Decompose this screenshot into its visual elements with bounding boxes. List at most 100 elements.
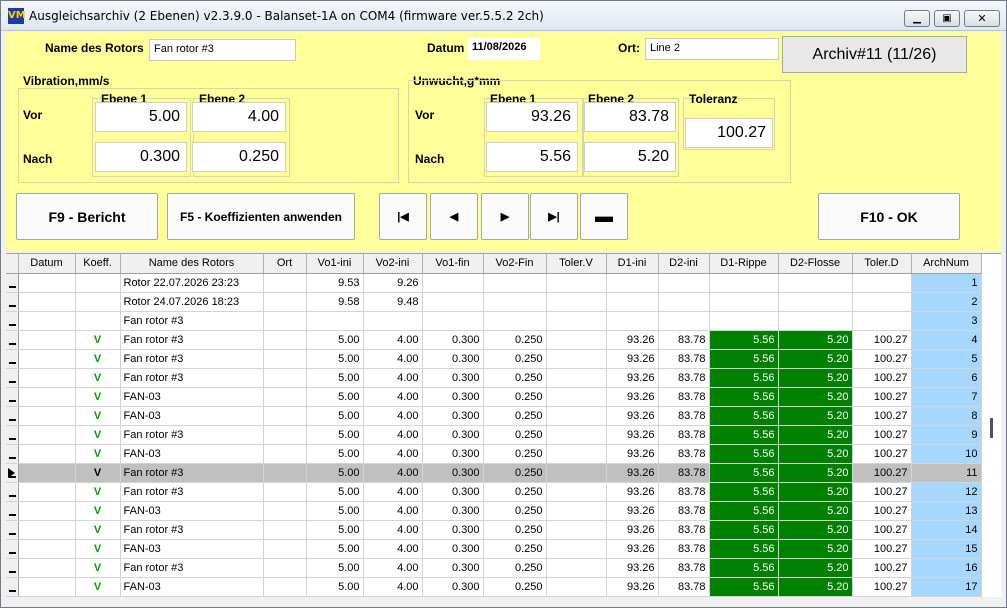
archive-number-button[interactable]: Archiv#11 (11/26) [782,36,967,73]
row-indicator[interactable] [6,368,19,388]
row-indicator[interactable] [6,444,19,464]
column-header[interactable]: Koeff. [75,254,121,274]
table-row[interactable]: V FAN-03 5.00 4.00 0.300 0.250 93.26 83.78 5.56 5… [6,387,982,407]
row-indicator[interactable] [6,463,19,483]
column-header[interactable]: Vo2-Fin [483,254,547,274]
table-cell: 4.00 [363,349,423,369]
date-field[interactable]: 11/08/2026 [468,38,540,60]
place-field[interactable]: Line 2 [645,38,779,60]
table-cell: 93.26 [606,444,659,464]
table-cell: 93.26 [606,482,659,502]
table-row[interactable]: V Fan rotor #3 5.00 4.00 0.300 0.250 93.26 83.7… [6,558,982,578]
table-row[interactable]: V FAN-03 5.00 4.00 0.300 0.250 93.26 83.78 5.56 5… [6,444,982,464]
table-row[interactable]: V Fan rotor #3 5.00 4.00 0.300 0.250 93.26 83.7… [6,330,982,350]
row-indicator[interactable] [6,558,19,578]
table-cell: FAN-03 [120,501,264,521]
table-row[interactable]: V Fan rotor #3 5.00 4.00 0.300 0.250 93.26 83.7… [6,425,982,445]
app-window: VM Ausgleichsarchiv (2 Ebenen) v2.3.9.0 … [0,0,1007,608]
row-indicator[interactable] [6,292,19,312]
column-header[interactable]: D1-Rippe [709,254,779,274]
table-row[interactable]: V Fan rotor #3 5.00 4.00 0.300 0.250 93.26 83.7… [6,368,982,388]
row-indicator[interactable] [6,425,19,445]
first-record-button[interactable]: |◀ [379,193,427,240]
table-cell [75,292,121,312]
row-indicator[interactable] [6,482,19,502]
rotor-name-field[interactable]: Fan rotor #3 [149,39,296,61]
prev-record-icon: ◀ [449,211,459,223]
column-header[interactable]: D2-ini [658,254,710,274]
row-indicator[interactable] [6,577,19,597]
column-header[interactable]: Name des Rotors [120,254,264,274]
table-cell [263,539,307,559]
table-cell [483,292,547,312]
table-cell [263,444,307,464]
scrollbar-thumb[interactable] [990,418,993,438]
table-cell [546,482,607,502]
minimize-icon: ▁ [913,13,921,24]
table-cell: 5.56 [709,406,779,426]
table-row[interactable]: V FAN-03 5.00 4.00 0.300 0.250 93.26 83.78 5.56 5… [6,577,982,597]
table-cell: 5.20 [778,501,853,521]
row-indicator[interactable] [6,520,19,540]
column-header[interactable]: D1-ini [606,254,659,274]
column-header[interactable]: Vo1-fin [422,254,484,274]
table-cell: 100.27 [852,558,912,578]
table-cell: 0.250 [483,387,547,407]
row-indicator[interactable] [6,387,19,407]
column-header[interactable]: ArchNum [911,254,982,274]
table-cell: 5.56 [709,558,779,578]
table-row[interactable]: V Fan rotor #3 5.00 4.00 0.300 0.250 93.26 83.7… [6,463,982,483]
table-cell [606,273,659,293]
report-button[interactable]: F9 - Bericht [16,193,158,240]
column-header[interactable]: D2-Flosse [778,254,853,274]
row-marker-icon [6,559,16,577]
table-cell [263,577,307,597]
row-indicator[interactable] [6,330,19,350]
table-cell [606,311,659,331]
apply-coefficients-button[interactable]: F5 - Koeffizienten anwenden [167,193,355,240]
table-cell [546,311,607,331]
table-row[interactable]: V FAN-03 5.00 4.00 0.300 0.250 93.26 83.78 5.56 5… [6,539,982,559]
table-row[interactable]: Rotor 24.07.2026 18:23 9.58 9.48 2 [6,292,982,312]
table-cell: 5.00 [306,387,364,407]
last-record-button[interactable]: ▶| [530,193,578,240]
delete-record-button[interactable]: ▬ [580,193,628,240]
close-button[interactable]: ✕ [964,10,1000,27]
table-cell: 83.78 [658,349,710,369]
prev-record-button[interactable]: ◀ [430,193,478,240]
column-header[interactable]: Toler.D [852,254,912,274]
title-bar[interactable]: VM Ausgleichsarchiv (2 Ebenen) v2.3.9.0 … [1,1,1006,31]
table-cell: 93.26 [606,520,659,540]
table-row[interactable]: V FAN-03 5.00 4.00 0.300 0.250 93.26 83.78 5.56 5… [6,406,982,426]
table-row[interactable]: V FAN-03 5.00 4.00 0.300 0.250 93.26 83.78 5.56 5… [6,501,982,521]
column-header[interactable]: Ort [263,254,307,274]
row-indicator[interactable] [6,406,19,426]
next-record-button[interactable]: ▶ [481,193,529,240]
table-cell: 93.26 [606,463,659,483]
table-row[interactable]: V Fan rotor #3 5.00 4.00 0.300 0.250 93.26 83.7… [6,482,982,502]
row-indicator[interactable] [6,539,19,559]
table-cell: Fan rotor #3 [120,311,264,331]
column-header[interactable]: Vo1-ini [306,254,364,274]
row-indicator-header [6,254,19,274]
table-cell [363,311,423,331]
column-header[interactable]: Datum [18,254,76,274]
archive-grid[interactable]: Datum Koeff. Name des Rotors Ort Vo1-ini Vo2-… [6,253,1001,597]
column-header[interactable]: Toler.V [546,254,607,274]
vib-after-plane2-value: 0.250 [192,142,286,172]
table-row[interactable]: V Fan rotor #3 5.00 4.00 0.300 0.250 93.26 83.7… [6,349,982,369]
minimize-button[interactable]: ▁ [904,10,930,27]
table-cell [606,292,659,312]
row-indicator[interactable] [6,349,19,369]
maximize-button[interactable]: ▣ [934,10,960,27]
table-row[interactable]: V Fan rotor #3 5.00 4.00 0.300 0.250 93.26 83.7… [6,520,982,540]
table-cell: 100.27 [852,368,912,388]
row-indicator[interactable] [6,273,19,293]
row-indicator[interactable] [6,501,19,521]
column-header[interactable]: Vo2-ini [363,254,423,274]
table-cell: FAN-03 [120,577,264,597]
table-row[interactable]: Fan rotor #3 3 [6,311,982,331]
table-row[interactable]: Rotor 22.07.2026 23:23 9.53 9.26 1 [6,273,982,293]
row-indicator[interactable] [6,311,19,331]
ok-button[interactable]: F10 - OK [818,193,960,240]
